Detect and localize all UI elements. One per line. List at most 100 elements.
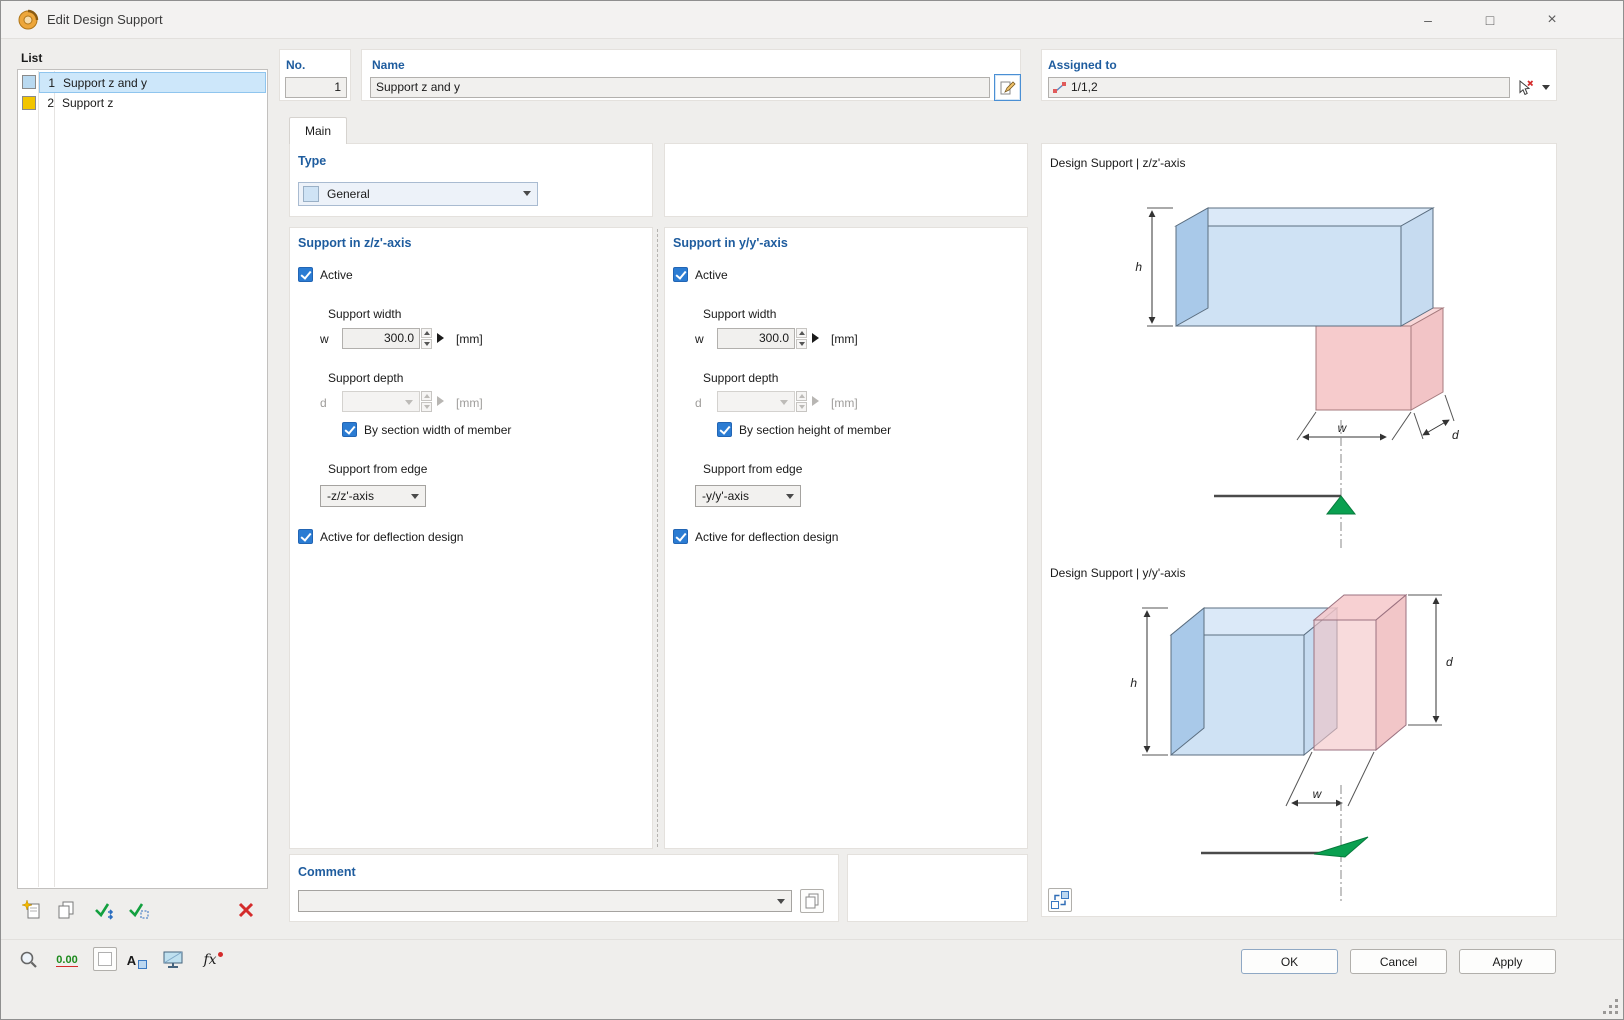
titlebar[interactable]: Edit Design Support – □ × (1, 1, 1623, 39)
list-item[interactable]: 1 Support z and y (19, 72, 266, 93)
delete-x-icon (237, 901, 255, 919)
cancel-button[interactable]: Cancel (1350, 949, 1447, 974)
close-button[interactable]: × (1523, 1, 1581, 38)
type-value: General (327, 187, 370, 201)
no-panel: No. 1 (279, 49, 351, 101)
tab-main[interactable]: Main (289, 117, 347, 144)
by-section-width-checkbox[interactable] (342, 422, 357, 437)
by-section-height-label: By section height of member (739, 423, 891, 437)
comment-copy-button[interactable] (800, 889, 824, 913)
svg-text:h: h (1130, 676, 1137, 690)
decimal-places-button[interactable]: 0.00 (53, 946, 81, 974)
monitor-icon (162, 950, 184, 970)
fx-dot-icon (218, 952, 223, 957)
display-settings-button[interactable] (159, 946, 187, 974)
beam-z (1176, 208, 1433, 326)
list-gridline (38, 71, 39, 887)
support-from-edge-y-dropdown[interactable]: -y/y'-axis (695, 485, 801, 507)
new-support-button[interactable] (19, 897, 45, 923)
formula-button[interactable]: fx (199, 946, 227, 974)
deflection-y-checkbox[interactable] (673, 529, 688, 544)
panel-splitter[interactable] (657, 229, 658, 847)
svg-text:d: d (1452, 428, 1459, 442)
font-icon: A (127, 953, 136, 968)
edit-name-button[interactable] (994, 74, 1021, 101)
member-assignment-icon (1053, 81, 1067, 94)
support-width-z-expand-arrow[interactable] (434, 328, 446, 349)
support-from-edge-z-dropdown[interactable]: -z/z'-axis (320, 485, 426, 507)
support-symbol-y (1201, 785, 1368, 903)
support-width-y-input[interactable]: 300.0 (717, 328, 795, 349)
active-y-checkbox[interactable] (673, 267, 688, 282)
ok-button[interactable]: OK (1241, 949, 1338, 974)
font-settings-button[interactable]: A (123, 946, 151, 974)
comment-label: Comment (298, 865, 356, 879)
resize-grip[interactable] (1603, 999, 1619, 1015)
svg-text:w: w (1313, 787, 1323, 801)
spacer-panel-2 (847, 854, 1028, 922)
copy-support-button[interactable] (53, 897, 79, 923)
apply-button[interactable]: Apply (1459, 949, 1556, 974)
no-field: 1 (285, 77, 347, 98)
active-z-checkbox[interactable] (298, 267, 313, 282)
support-depth-z-expand-arrow (434, 391, 446, 412)
deflection-z-checkbox[interactable] (298, 529, 313, 544)
type-label: Type (298, 154, 326, 168)
svg-text:w: w (1338, 421, 1348, 435)
maximize-button[interactable]: □ (1461, 1, 1519, 38)
name-input[interactable]: Support z and y (370, 77, 990, 98)
active-z-label: Active (320, 268, 353, 282)
app-logo-icon (17, 9, 39, 31)
list-item-body[interactable]: 2 Support z (39, 93, 266, 114)
comment-dropdown[interactable] (298, 890, 792, 912)
new-item-icon (22, 900, 42, 920)
support-list[interactable]: 1 Support z and y 2 Support z (17, 69, 268, 889)
window-title: Edit Design Support (47, 12, 163, 27)
by-section-height-checkbox[interactable] (717, 422, 732, 437)
support-z-title: Support in z/z'-axis (298, 236, 411, 250)
svg-text:d: d (1446, 655, 1453, 669)
font-color-box-icon (138, 960, 147, 969)
dimension-w-y (1286, 752, 1374, 806)
d-y-label: d (695, 396, 702, 410)
support-width-y-label: Support width (703, 307, 776, 321)
magnifier-icon (19, 950, 39, 970)
fx-icon: fx (203, 952, 216, 968)
type-dropdown[interactable]: General (298, 182, 538, 206)
dimension-h-y (1142, 608, 1168, 755)
list-item-number: 2 (41, 93, 54, 114)
spacer-panel (664, 143, 1028, 217)
decimal-places-icon: 0.00 (56, 954, 77, 967)
list-item[interactable]: 2 Support z (19, 93, 266, 114)
assigned-field[interactable]: 1/1,2 (1048, 77, 1510, 98)
select-members-button[interactable] (1512, 76, 1538, 100)
apply-check-button[interactable] (91, 897, 117, 923)
minimize-button[interactable]: – (1399, 1, 1457, 38)
assigned-dropdown-arrow[interactable] (1542, 85, 1550, 90)
list-item-name: Support z and y (63, 73, 147, 94)
list-gridline (54, 71, 55, 887)
color-swatch[interactable] (22, 96, 36, 110)
list-item-number: 1 (42, 73, 55, 94)
diagram-refresh-button[interactable] (1048, 888, 1072, 912)
w-y-label: w (695, 332, 704, 346)
check-select-button[interactable] (125, 897, 151, 923)
support-depth-y-dropdown (717, 391, 795, 412)
support-width-z-spinner[interactable] (421, 328, 432, 349)
list-item-body[interactable]: 1 Support z and y (39, 72, 266, 93)
help-button[interactable] (15, 946, 43, 974)
type-panel: Type General (289, 143, 653, 217)
deflection-z-label: Active for deflection design (320, 530, 463, 544)
color-swatch-button[interactable] (93, 947, 117, 971)
diagram-y-drawing: h d w (1046, 570, 1552, 914)
support-width-z-input[interactable]: 300.0 (342, 328, 420, 349)
support-y-panel: Support in y/y'-axis Active Support widt… (664, 227, 1028, 849)
assigned-label: Assigned to (1048, 58, 1117, 72)
delete-support-button[interactable] (233, 897, 259, 923)
support-width-y-spinner[interactable] (796, 328, 807, 349)
support-width-y-expand-arrow[interactable] (809, 328, 821, 349)
support-depth-y-spinner (796, 391, 807, 412)
deflection-y-label: Active for deflection design (695, 530, 838, 544)
support-from-edge-z-label: Support from edge (328, 462, 427, 476)
color-swatch[interactable] (22, 75, 36, 89)
